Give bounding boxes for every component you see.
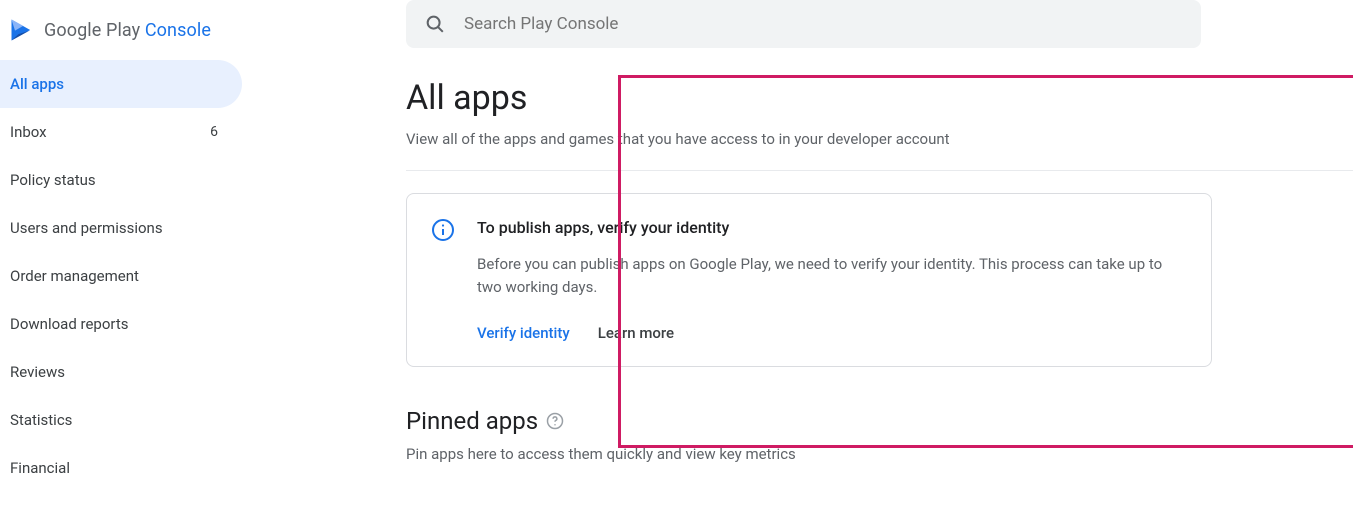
sidebar-item-statistics[interactable]: Statistics (0, 396, 242, 444)
sidebar-item-label: All apps (10, 75, 64, 93)
sidebar-item-order-management[interactable]: Order management (0, 252, 242, 300)
sidebar-item-label: Statistics (10, 411, 72, 429)
inbox-badge: 6 (210, 124, 218, 140)
sidebar-item-users-permissions[interactable]: Users and permissions (0, 204, 242, 252)
logo[interactable]: Google Play Console (0, 10, 258, 60)
main-content: All apps View all of the apps and games … (258, 0, 1353, 506)
sidebar-item-financial[interactable]: Financial (0, 444, 242, 492)
card-title: To publish apps, verify your identity (477, 218, 1167, 237)
divider (406, 170, 1353, 171)
sidebar-item-inbox[interactable]: Inbox 6 (0, 108, 242, 156)
sidebar-item-reviews[interactable]: Reviews (0, 348, 242, 396)
play-console-icon (8, 16, 36, 44)
sidebar-item-all-apps[interactable]: All apps (0, 60, 242, 108)
verify-identity-card: To publish apps, verify your identity Be… (406, 193, 1212, 367)
sidebar-item-label: Download reports (10, 315, 128, 333)
page-subtitle: View all of the apps and games that you … (406, 130, 1353, 148)
info-icon (431, 227, 455, 246)
search-input[interactable] (464, 14, 1183, 34)
verify-identity-button[interactable]: Verify identity (477, 324, 570, 342)
card-body: Before you can publish apps on Google Pl… (477, 253, 1167, 300)
sidebar-item-policy-status[interactable]: Policy status (0, 156, 242, 204)
sidebar-item-label: Inbox (10, 123, 47, 141)
page-title: All apps (406, 78, 1353, 118)
learn-more-button[interactable]: Learn more (598, 324, 674, 342)
sidebar-item-label: Financial (10, 459, 70, 477)
sidebar-item-label: Order management (10, 267, 139, 285)
sidebar: Google Play Console All apps Inbox 6 Pol… (0, 0, 258, 506)
sidebar-item-download-reports[interactable]: Download reports (0, 300, 242, 348)
pinned-apps-subtitle: Pin apps here to access them quickly and… (406, 445, 1353, 463)
help-icon[interactable] (546, 412, 564, 430)
search-icon (424, 13, 446, 35)
sidebar-item-label: Policy status (10, 171, 96, 189)
logo-text: Google Play Console (44, 20, 211, 41)
sidebar-item-label: Users and permissions (10, 219, 163, 237)
search-bar[interactable] (406, 0, 1201, 48)
pinned-apps-title: Pinned apps (406, 407, 538, 435)
sidebar-item-label: Reviews (10, 363, 65, 381)
